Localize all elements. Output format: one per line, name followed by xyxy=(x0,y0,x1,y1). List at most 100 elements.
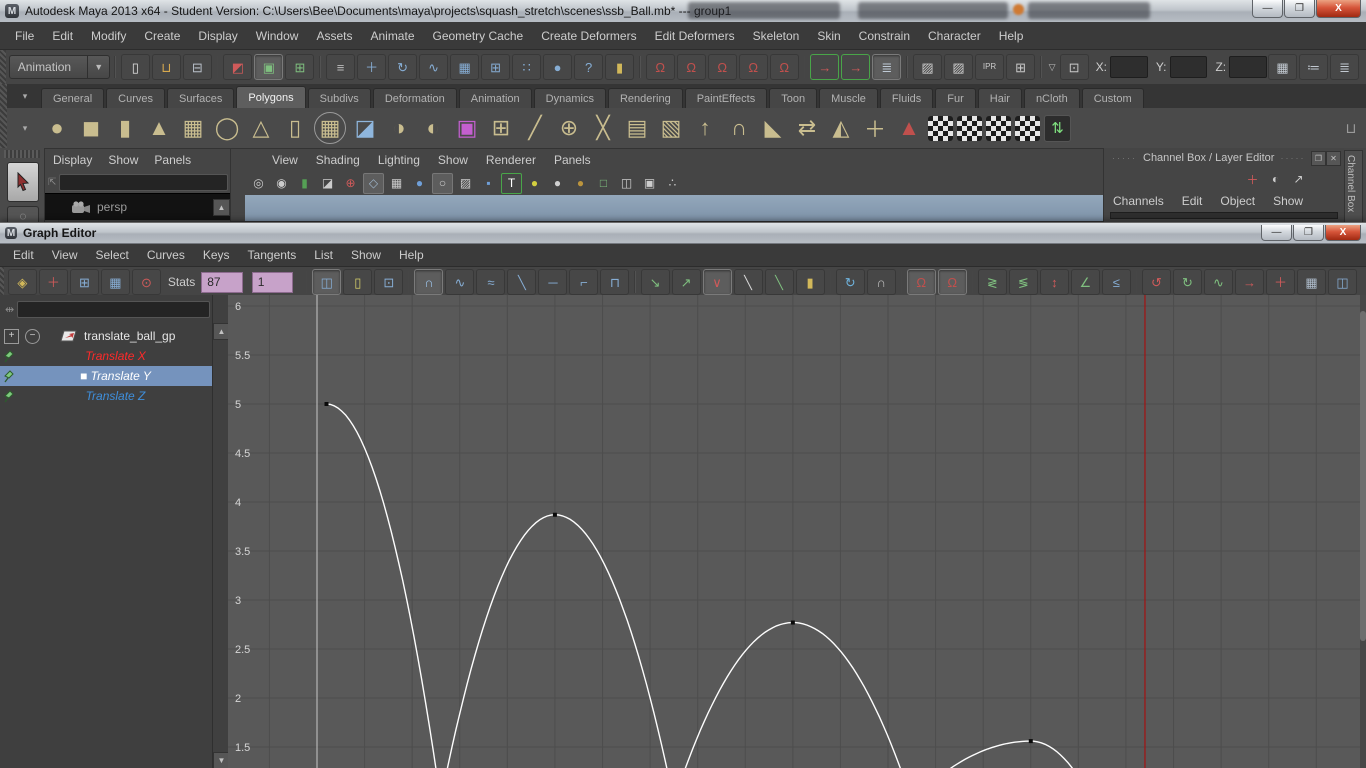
extrude-icon[interactable]: ↑ xyxy=(690,113,720,143)
ge-menu-list[interactable]: List xyxy=(305,248,342,262)
menu-edit[interactable]: Edit xyxy=(43,29,82,43)
add-divisions-icon[interactable]: ⊞ xyxy=(486,113,516,143)
status-line-grip[interactable] xyxy=(0,50,6,84)
channel-box-menu-show[interactable]: Show xyxy=(1264,194,1312,208)
z-field[interactable] xyxy=(1229,56,1268,78)
make-live-icon[interactable]: Ω xyxy=(769,54,799,80)
pan-zoom-camera-icon[interactable]: ◎ xyxy=(248,173,269,194)
snap-to-view-planes-icon[interactable]: Ω xyxy=(738,54,768,80)
select-by-component-icon[interactable]: ⊞ xyxy=(285,54,315,80)
menu-set-dropdown[interactable]: Animation ▼ xyxy=(8,55,111,79)
shelf-tab-rendering[interactable]: Rendering xyxy=(607,88,683,108)
menu-create-deformers[interactable]: Create Deformers xyxy=(532,29,645,43)
uv-checker-map-4-icon[interactable]: ▦ xyxy=(1015,115,1040,141)
shelf-tab-hair[interactable]: Hair xyxy=(977,88,1022,108)
camera-attributes-icon[interactable]: ◉ xyxy=(271,173,292,194)
shelf-tab-painteffects[interactable]: PaintEffects xyxy=(684,88,768,108)
outliner-grip-icon[interactable]: ⇹ xyxy=(5,303,14,316)
menu-animate[interactable]: Animate xyxy=(361,29,423,43)
hyperbolic-curve-icon[interactable]: ↗ xyxy=(1288,169,1309,190)
panel-menu-panels[interactable]: Panels xyxy=(146,153,199,167)
minimize-button[interactable]: — xyxy=(1252,0,1283,18)
menu-assets[interactable]: Assets xyxy=(307,29,361,43)
ge-menu-edit[interactable]: Edit xyxy=(4,248,43,262)
poly-sphere-icon[interactable]: ● xyxy=(42,113,72,143)
x-field[interactable] xyxy=(1109,56,1148,78)
linear-tangent-icon[interactable]: ╲ xyxy=(507,269,537,295)
viewport-menu-panels[interactable]: Panels xyxy=(545,153,600,167)
isolate-curve-display-icon[interactable]: ＋ xyxy=(1265,269,1295,295)
shelf-tab-curves[interactable]: Curves xyxy=(106,88,165,108)
expand-all-icon[interactable]: + xyxy=(4,328,19,344)
break-tangents-icon[interactable]: ∨ xyxy=(702,269,732,295)
shaded-display-icon[interactable]: ▦ xyxy=(386,173,407,194)
two-pane-layout-icon[interactable]: ◫ xyxy=(1327,269,1357,295)
smooth-icon[interactable]: ▣ xyxy=(452,113,482,143)
stats-value-field[interactable]: 1 xyxy=(251,271,294,293)
ipr-render-icon[interactable]: IPR xyxy=(975,54,1005,80)
ge-menu-tangents[interactable]: Tangents xyxy=(239,248,306,262)
select-by-object-icon[interactable]: ▣ xyxy=(254,54,284,80)
shelf-tab-surfaces[interactable]: Surfaces xyxy=(166,88,235,108)
channel-box-menu-object[interactable]: Object xyxy=(1211,194,1264,208)
graph-scrollbar[interactable] xyxy=(1360,295,1366,768)
channel-box-menu-channels[interactable]: Channels xyxy=(1104,194,1173,208)
extract-faces-icon[interactable]: ◪ xyxy=(350,113,380,143)
pre-infinity-linear-icon[interactable]: ↕ xyxy=(1039,269,1069,295)
shelf-tab-fluids[interactable]: Fluids xyxy=(879,88,934,108)
menu-skin[interactable]: Skin xyxy=(808,29,849,43)
post-infinity-linear-icon[interactable]: ∠ xyxy=(1070,269,1100,295)
output-connections-icon[interactable]: → xyxy=(841,54,871,80)
mask-deformers-icon[interactable]: ⊞ xyxy=(481,54,511,80)
smooth-shade-icon[interactable]: ○ xyxy=(432,172,453,194)
insert-keys-tool-icon[interactable]: ＋ xyxy=(38,269,68,295)
graph-editor-close-button[interactable]: X xyxy=(1325,225,1361,241)
ge-menu-show[interactable]: Show xyxy=(342,248,390,262)
cut-faces-icon[interactable]: ╳ xyxy=(588,113,618,143)
scroll-up-icon[interactable]: ▲ xyxy=(213,198,230,216)
bookmarks-icon[interactable]: ▮ xyxy=(294,173,315,194)
lock-selection-icon[interactable]: ▮ xyxy=(605,54,635,80)
select-by-hierarchy-icon[interactable]: ◩ xyxy=(223,54,253,80)
maximize-button[interactable]: ❐ xyxy=(1284,0,1315,18)
viewport-menu-view[interactable]: View xyxy=(263,153,307,167)
graph-editor-minimize-button[interactable]: — xyxy=(1261,225,1292,241)
overlap-layout-icon[interactable]: ▣ xyxy=(639,173,660,194)
image-plane-icon[interactable]: ◪ xyxy=(317,173,338,194)
lattice-deform-keys-icon[interactable]: ▦ xyxy=(100,269,130,295)
lasso-tool-button[interactable]: ◌ xyxy=(7,206,39,223)
viewport-menu-renderer[interactable]: Renderer xyxy=(477,153,545,167)
xray-display-icon[interactable]: ▨ xyxy=(455,173,476,194)
viewport-menu-show[interactable]: Show xyxy=(429,153,477,167)
lock-tangent-weight-icon[interactable]: ▮ xyxy=(795,269,825,295)
pre-infinity-cycle-offset-icon[interactable]: ≶ xyxy=(1008,269,1038,295)
panel-menu-display[interactable]: Display xyxy=(45,153,100,167)
snap-to-grids-icon[interactable]: Ω xyxy=(645,54,675,80)
snapshot-buffer-curve-icon[interactable]: ∩ xyxy=(866,269,896,295)
toggle-texture-display-icon[interactable]: ⇅ xyxy=(1044,114,1071,142)
new-scene-icon[interactable]: ▯ xyxy=(120,54,150,80)
graph-editor-maximize-button[interactable]: ❐ xyxy=(1293,225,1324,241)
y-field[interactable] xyxy=(1169,56,1208,78)
default-in-tangent-icon[interactable]: ↘ xyxy=(640,269,670,295)
outliner-search-field[interactable] xyxy=(17,300,210,318)
poly-torus-icon[interactable]: ◯ xyxy=(212,113,242,143)
menu-window[interactable]: Window xyxy=(247,29,308,43)
wedge-face-icon[interactable]: ◭ xyxy=(826,113,856,143)
pre-infinity-curve-icon[interactable]: ↺ xyxy=(1141,269,1171,295)
poly-pyramid-icon[interactable]: △ xyxy=(246,113,276,143)
uv-checker-map-1-icon[interactable]: ▦ xyxy=(928,115,953,141)
collapse-all-icon[interactable]: − xyxy=(25,328,40,344)
channel-box-menu-edit[interactable]: Edit xyxy=(1173,194,1212,208)
poly-cube-icon[interactable]: ◼ xyxy=(76,113,106,143)
toolbox-grip[interactable] xyxy=(4,150,40,158)
shelf-tab-toon[interactable]: Toon xyxy=(769,88,818,108)
outliner-scrollbar[interactable]: ▲ ▼ xyxy=(212,295,230,768)
mask-dynamics-icon[interactable]: ∷ xyxy=(512,54,542,80)
input-connections-icon[interactable]: → xyxy=(810,54,840,80)
menu-modify[interactable]: Modify xyxy=(82,29,135,43)
help-icon[interactable]: ? xyxy=(574,54,604,80)
shelf-tab-polygons[interactable]: Polygons xyxy=(236,86,306,108)
construction-history-icon[interactable]: ≣ xyxy=(872,54,902,80)
menu-character[interactable]: Character xyxy=(919,29,990,43)
